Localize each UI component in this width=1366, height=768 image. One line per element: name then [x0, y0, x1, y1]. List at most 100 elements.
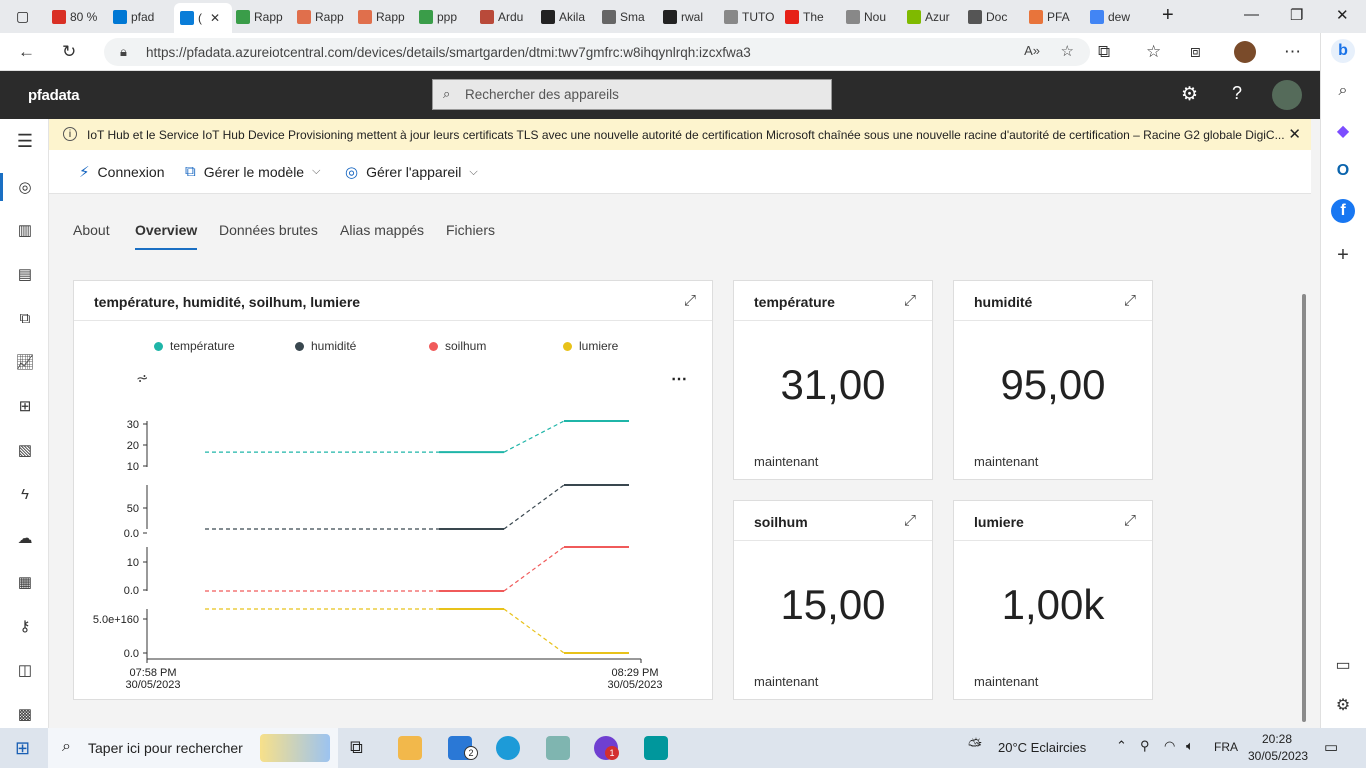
bing-icon[interactable]: b — [1331, 39, 1355, 63]
expand-icon[interactable]: ⤢ — [904, 512, 916, 529]
browser-tab[interactable]: Rapp — [297, 4, 351, 30]
manage-template-button[interactable]: ⧉ Gérer le modèle ⌵ — [185, 163, 320, 180]
browser-tab[interactable]: Nou — [846, 4, 900, 30]
url-input[interactable]: 🔒︎ https://pfadata.azureiotcentral.com/d… — [104, 38, 1090, 66]
browser-tab[interactable]: Sma — [602, 4, 656, 30]
browser-tab[interactable]: PFA — [1029, 4, 1083, 30]
browser-tab[interactable]: TUTO — [724, 4, 778, 30]
tab-files[interactable]: Fichiers — [446, 222, 495, 238]
kpi-subtitle: maintenant — [754, 674, 819, 689]
tab-about[interactable]: About — [73, 222, 110, 238]
chart-card: température, humidité, soilhum, lumiere … — [73, 280, 713, 700]
task-view-icon[interactable]: ⧉ — [350, 737, 363, 758]
banner-close-icon[interactable]: ✕ — [1288, 125, 1301, 143]
permissions-icon[interactable]: ⚷ — [12, 613, 38, 639]
app-icon[interactable] — [546, 736, 570, 760]
add-sidebar-icon[interactable]: + — [1331, 243, 1355, 267]
actions-icon[interactable]: ϟ — [12, 481, 38, 507]
youtube-icon — [785, 10, 799, 24]
notifications-icon[interactable]: ▭ — [1324, 738, 1338, 756]
browser-tab[interactable]: Rapp — [236, 4, 290, 30]
refresh-icon[interactable]: ↻ — [62, 42, 76, 62]
file-explorer-icon[interactable] — [398, 736, 422, 760]
browser-tab-bar: ▢ 80 % pfad(✕ Rapp Rapp Rapp ppp Ardu Akila Sma r… — [0, 0, 1366, 33]
page-scrollbar[interactable] — [1302, 294, 1306, 722]
google-icon — [1090, 10, 1104, 24]
extensions-icon[interactable]: ⧉ — [1098, 42, 1110, 62]
browser-tab[interactable]: Doc — [968, 4, 1022, 30]
clock-date[interactable]: 30/05/2023 — [1248, 749, 1308, 763]
settings-gear-icon[interactable]: ⚙ — [1181, 83, 1198, 106]
windows-start-icon[interactable]: ⊞ — [15, 738, 30, 759]
window-close-icon[interactable]: ✕ — [1336, 6, 1349, 24]
wifi-icon[interactable]: ◠ — [1164, 738, 1175, 754]
weather-text[interactable]: 20°C Eclaircies — [998, 740, 1086, 755]
browser-tab[interactable]: Azur — [907, 4, 961, 30]
tab-raw-data[interactable]: Données brutes — [219, 222, 318, 238]
taskbar-search-input[interactable]: ⌕ Taper ici pour rechercher — [48, 728, 338, 768]
facebook-icon[interactable]: f — [1331, 199, 1355, 223]
office-icon[interactable]: ◆ — [1331, 119, 1355, 143]
browser-tab[interactable]: ppp — [419, 4, 473, 30]
device-templates-icon[interactable]: ⧉ — [12, 305, 38, 331]
expand-icon[interactable]: ⤢ — [1124, 292, 1136, 309]
kpi-card-soilhum: soilhum ⤢ 15,00 maintenant — [733, 500, 933, 700]
manage-device-button[interactable]: ◎ Gérer l'appareil ⌵ — [345, 163, 478, 181]
customization-icon[interactable]: ▩ — [12, 701, 38, 727]
browser-tab[interactable]: (✕ — [174, 3, 232, 33]
browser-tab[interactable]: dew — [1090, 4, 1144, 30]
connexion-button[interactable]: ⚡︎ Connexion — [79, 163, 164, 181]
language-indicator[interactable]: FRA — [1214, 740, 1238, 754]
read-aloud-icon[interactable]: A» — [1024, 43, 1040, 58]
outlook-icon[interactable]: O — [1331, 159, 1355, 183]
search-icon[interactable]: ⌕ — [1331, 79, 1355, 103]
tab-mapped-aliases[interactable]: Alias mappés — [340, 222, 424, 238]
app-brand[interactable]: pfadata — [28, 87, 80, 104]
minimize-icon[interactable]: — — [1244, 6, 1259, 23]
clock-time[interactable]: 20:28 — [1262, 732, 1292, 746]
browser-tab[interactable]: Rapp — [358, 4, 412, 30]
browser-tab[interactable]: The — [785, 4, 839, 30]
tab-close-icon[interactable]: ✕ — [210, 11, 220, 25]
back-icon[interactable]: ← — [18, 42, 35, 62]
edge-icon[interactable] — [496, 736, 520, 760]
devices-icon[interactable]: ◎ — [12, 174, 38, 200]
browser-tab[interactable]: rwal — [663, 4, 717, 30]
more-icon[interactable]: ⋯ — [1284, 42, 1301, 62]
hamburger-menu-icon[interactable]: ☰ — [12, 128, 38, 154]
device-search-input[interactable]: ⌕ Rechercher des appareils — [432, 79, 832, 110]
audit-logs-icon[interactable]: ▦ — [12, 569, 38, 595]
user-avatar[interactable] — [1272, 80, 1302, 110]
data-export-icon[interactable]: ☁ — [12, 525, 38, 551]
device-groups-icon[interactable]: ▤ — [12, 261, 38, 287]
network-icon[interactable]: ⚲ — [1140, 738, 1150, 754]
arduino-icon[interactable] — [644, 736, 668, 760]
application-icon[interactable]: ◫ — [12, 657, 38, 683]
weather-icon[interactable]: ⛅︎ — [968, 736, 982, 756]
restore-icon[interactable]: ❐ — [1290, 6, 1303, 24]
profile-avatar[interactable] — [1234, 41, 1256, 63]
azure-icon — [113, 10, 127, 24]
favorites-icon[interactable]: ☆ — [1146, 42, 1161, 62]
rules-icon[interactable]: ▧ — [12, 437, 38, 463]
browser-tab[interactable]: Ardu — [480, 4, 534, 30]
sidebar-settings-icon[interactable]: ⚙ — [1331, 693, 1355, 717]
new-tab-icon[interactable]: + — [1162, 4, 1174, 27]
favorite-add-icon[interactable]: ☆ — [1061, 42, 1074, 60]
dashboards-icon[interactable]: ▥ — [12, 217, 38, 243]
chevron-up-icon[interactable]: ⌃ — [1116, 738, 1127, 754]
expand-icon[interactable]: ⤢ — [904, 292, 916, 309]
tab-overview[interactable]: Overview — [135, 222, 198, 250]
card-divider — [954, 540, 1152, 541]
browser-tab[interactable]: Akila — [541, 4, 595, 30]
split-screen-icon[interactable]: ▭ — [1331, 653, 1355, 677]
tab-actions-icon[interactable]: ▢ — [16, 8, 29, 25]
help-icon[interactable]: ? — [1232, 83, 1242, 104]
collections-icon[interactable]: ⧈ — [1190, 42, 1201, 62]
expand-icon[interactable]: ⤢ — [1124, 512, 1136, 529]
jobs-icon[interactable]: ⊞ — [12, 393, 38, 419]
browser-tab[interactable]: pfad — [113, 4, 167, 30]
volume-icon[interactable]: 🔈︎ — [1186, 738, 1194, 754]
data-explorer-icon[interactable]: 📈︎ — [12, 349, 38, 375]
browser-tab[interactable]: 80 % — [52, 4, 106, 30]
